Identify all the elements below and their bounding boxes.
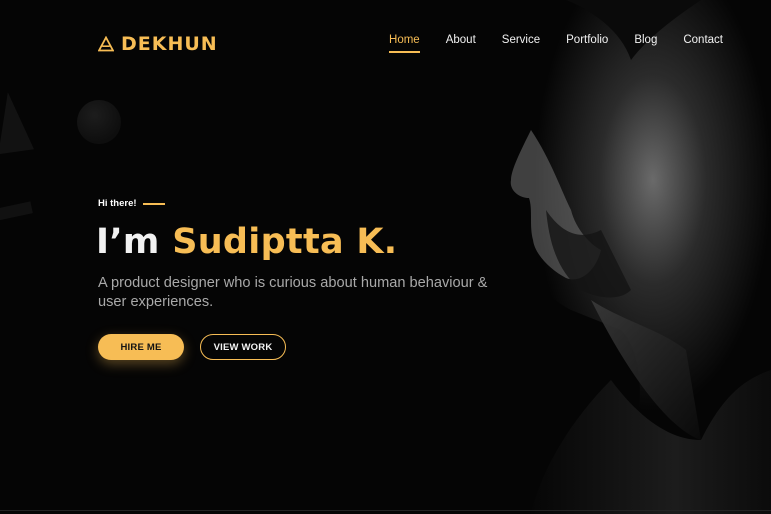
eyebrow-text: Hi there! xyxy=(98,198,137,209)
hero-headline: I’m Sudiptta K. xyxy=(96,220,397,264)
bottom-divider xyxy=(0,510,771,511)
decorative-triangle xyxy=(0,89,35,155)
hero-tagline: A product designer who is curious about … xyxy=(98,275,488,310)
decorative-bar xyxy=(0,201,33,221)
triangle-logo-icon xyxy=(98,36,114,52)
headline-prefix: I’m xyxy=(96,222,173,262)
hero-portrait-image xyxy=(508,0,771,514)
nav-item-blog[interactable]: Blog xyxy=(634,34,657,52)
headline-name: Sudiptta K. xyxy=(172,222,398,262)
hero-eyebrow: Hi there! xyxy=(98,198,165,209)
nav-item-about[interactable]: About xyxy=(446,34,476,52)
brand-logo[interactable]: DEKHUN xyxy=(98,33,218,55)
nav-item-service[interactable]: Service xyxy=(502,34,540,52)
decorative-circle xyxy=(77,100,121,144)
nav-item-portfolio[interactable]: Portfolio xyxy=(566,34,608,52)
main-nav: Home About Service Portfolio Blog Contac… xyxy=(389,34,723,53)
nav-item-home[interactable]: Home xyxy=(389,34,420,53)
hire-me-button[interactable]: HIRE ME xyxy=(98,334,184,360)
view-work-button[interactable]: VIEW WORK xyxy=(200,334,286,360)
eyebrow-underline xyxy=(142,202,165,205)
brand-name: DEKHUN xyxy=(121,33,218,55)
nav-item-contact[interactable]: Contact xyxy=(683,34,723,52)
